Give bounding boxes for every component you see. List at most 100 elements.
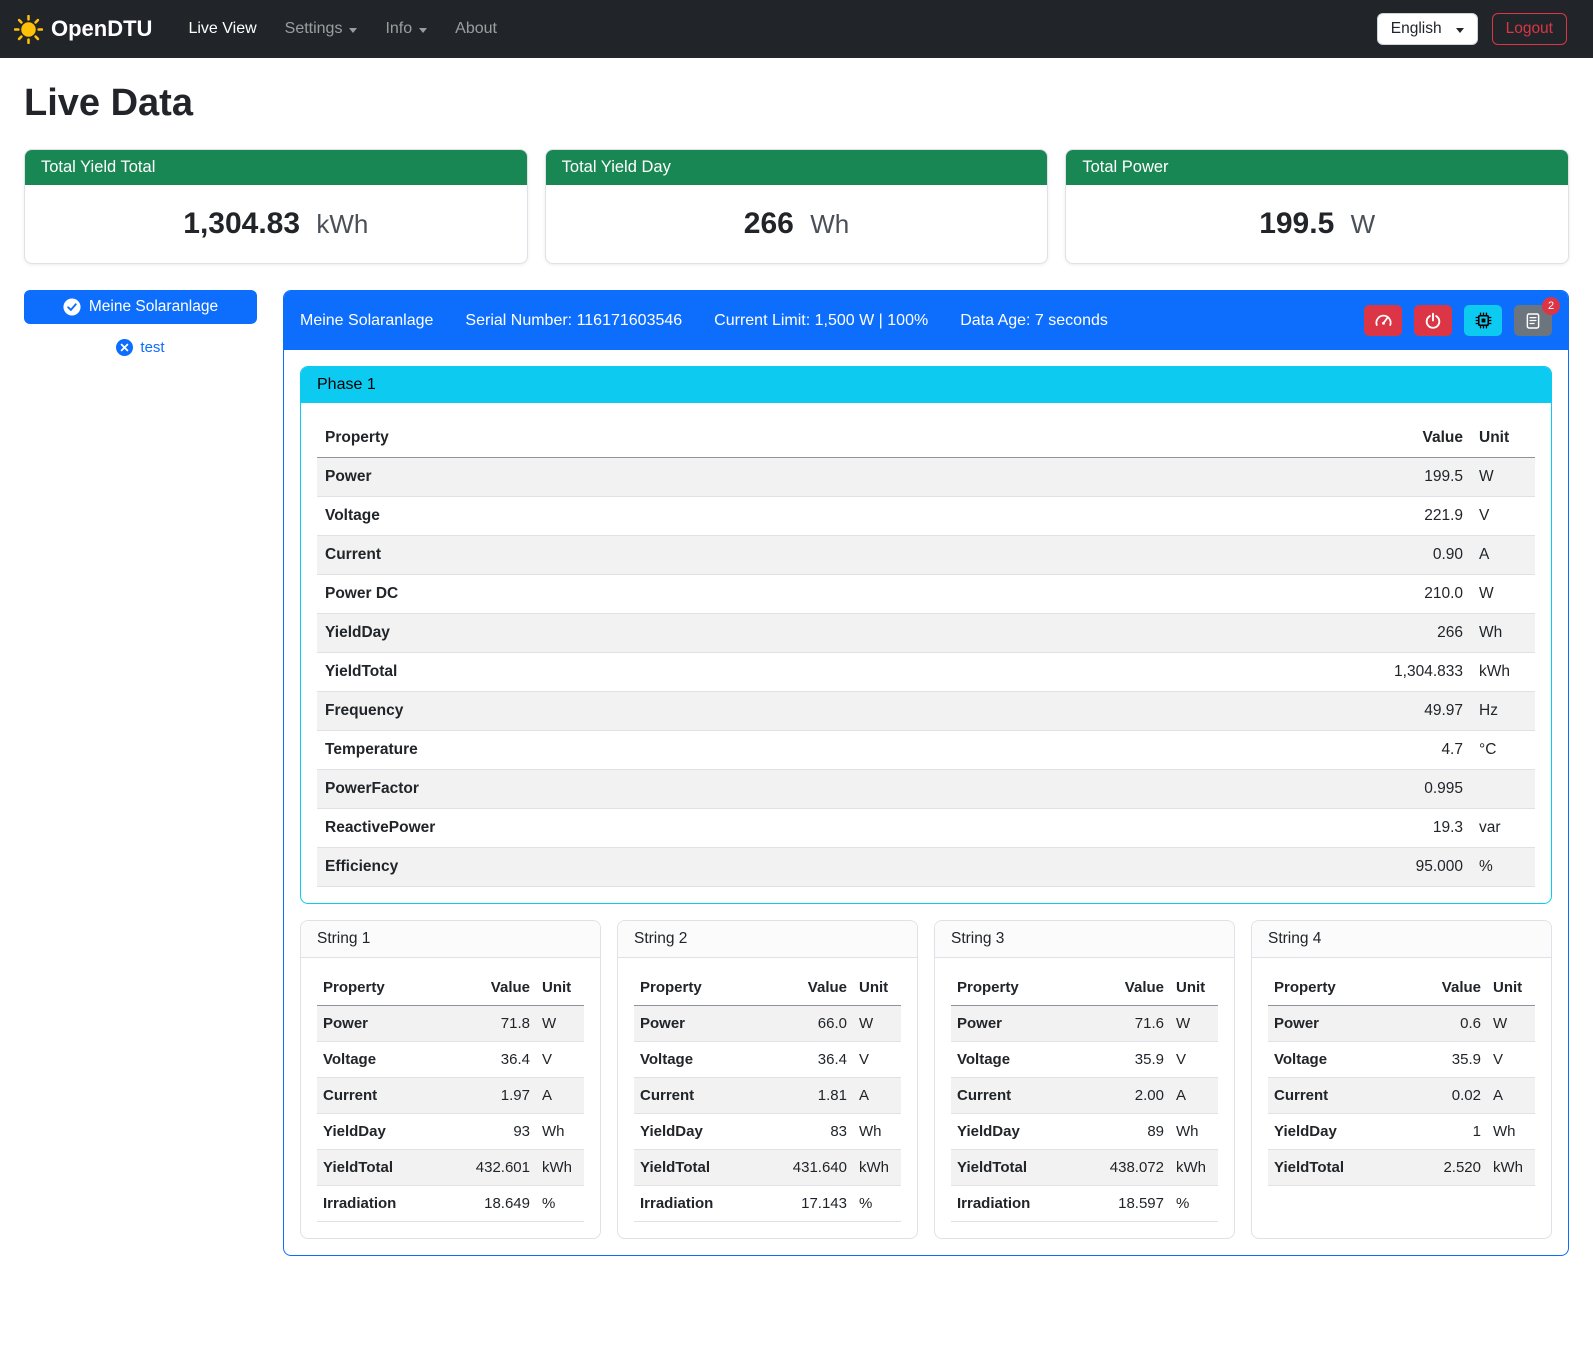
table-row: Frequency49.97Hz	[317, 692, 1535, 731]
card-unit: kWh	[316, 209, 368, 239]
table-row: YieldTotal1,304.833kWh	[317, 653, 1535, 692]
table-row: Power199.5W	[317, 458, 1535, 497]
table-row: ReactivePower19.3var	[317, 809, 1535, 848]
card-unit: W	[1351, 209, 1376, 239]
phase-table: Property Value Unit Power199.5WVoltage22…	[317, 419, 1535, 887]
table-row: Voltage36.4V	[317, 1042, 584, 1078]
table-header-row: Property Value Unit	[951, 970, 1218, 1006]
table-row: Power DC210.0W	[317, 575, 1535, 614]
test-label: test	[140, 339, 164, 356]
table-header-row: Property Value Unit	[634, 970, 901, 1006]
phase-title: Phase 1	[301, 367, 1551, 403]
limit-settings-button[interactable]	[1364, 305, 1402, 336]
table-row: Voltage35.9V	[951, 1042, 1218, 1078]
sidebar-item-test[interactable]: test	[24, 339, 257, 356]
string-card-4: String 4 Property Value Unit	[1251, 920, 1552, 1239]
logout-button[interactable]: Logout	[1492, 13, 1567, 45]
card-value: 266	[744, 207, 794, 240]
card-unit: Wh	[810, 209, 849, 239]
phase-card: Phase 1 Property Value Unit Power199.5WV…	[300, 366, 1552, 904]
nav-live-view[interactable]: Live View	[176, 12, 268, 46]
language-select[interactable]: English	[1377, 13, 1478, 45]
page-container: Live Data Total Yield Total 1,304.83 kWh…	[0, 58, 1593, 1280]
table-row: Current1.97A	[317, 1078, 584, 1114]
inverter-card-body: Phase 1 Property Value Unit Power199.5WV…	[284, 350, 1568, 1255]
inverter-limit: Current Limit: 1,500 W | 100%	[714, 312, 928, 330]
event-count-badge: 2	[1542, 297, 1560, 315]
string-table: Property Value Unit Power71.6WVoltage35.…	[951, 970, 1218, 1222]
card-total-power: Total Power 199.5 W	[1065, 149, 1569, 264]
table-row: Temperature4.7°C	[317, 731, 1535, 770]
check-circle-icon	[63, 298, 81, 316]
navbar: OpenDTU Live View Settings Info About En…	[0, 0, 1593, 58]
string-title: String 1	[301, 921, 600, 958]
table-row: Power71.8W	[317, 1006, 584, 1042]
nav-about[interactable]: About	[443, 12, 509, 46]
table-row: Current2.00A	[951, 1078, 1218, 1114]
table-row: Current0.90A	[317, 536, 1535, 575]
inverter-sidebar: Meine Solaranlage test	[24, 290, 257, 356]
table-row: Voltage35.9V	[1268, 1042, 1535, 1078]
chevron-down-icon	[419, 28, 427, 33]
table-row: YieldTotal2.520kWh	[1268, 1150, 1535, 1186]
card-value: 199.5	[1259, 207, 1334, 240]
string-title: String 4	[1252, 921, 1551, 958]
nav-info[interactable]: Info	[373, 12, 439, 46]
card-title: Total Yield Day	[546, 150, 1048, 185]
card-total-yield-day: Total Yield Day 266 Wh	[545, 149, 1049, 264]
table-row: Irradiation17.143%	[634, 1186, 901, 1222]
string-table: Property Value Unit Power0.6WVoltage35.9…	[1268, 970, 1535, 1186]
page-title: Live Data	[24, 82, 1569, 125]
table-row: YieldDay83Wh	[634, 1114, 901, 1150]
gauge-icon	[1374, 311, 1393, 330]
brand-label: OpenDTU	[51, 16, 152, 42]
table-row: Power66.0W	[634, 1006, 901, 1042]
table-row: Voltage36.4V	[634, 1042, 901, 1078]
nav-links: Live View Settings Info About	[176, 12, 509, 46]
chevron-down-icon	[349, 28, 357, 33]
nav-right: English Logout	[1377, 13, 1567, 45]
table-row: YieldDay266Wh	[317, 614, 1535, 653]
nav-settings[interactable]: Settings	[273, 12, 370, 46]
journal-icon	[1524, 312, 1542, 330]
card-value: 1,304.83	[183, 207, 300, 240]
table-row: PowerFactor0.995	[317, 770, 1535, 809]
table-row: Power71.6W	[951, 1006, 1218, 1042]
table-header-row: Property Value Unit	[317, 419, 1535, 458]
table-header-row: Property Value Unit	[317, 970, 584, 1006]
device-info-button[interactable]	[1464, 305, 1502, 336]
table-row: Current1.81A	[634, 1078, 901, 1114]
card-title: Total Power	[1066, 150, 1568, 185]
string-table: Property Value Unit Power71.8WVoltage36.…	[317, 970, 584, 1222]
chevron-down-icon	[1456, 28, 1464, 33]
inverter-data-age: Data Age: 7 seconds	[960, 312, 1108, 330]
table-row: Irradiation18.649%	[317, 1186, 584, 1222]
table-row: YieldTotal432.601kWh	[317, 1150, 584, 1186]
strings-row: String 1 Property Value Unit	[300, 920, 1552, 1239]
summary-cards: Total Yield Total 1,304.83 kWh Total Yie…	[24, 149, 1569, 264]
table-row: YieldDay93Wh	[317, 1114, 584, 1150]
table-row: YieldTotal431.640kWh	[634, 1150, 901, 1186]
brand[interactable]: OpenDTU	[14, 15, 152, 44]
power-toggle-button[interactable]	[1414, 305, 1452, 336]
inverter-card: Meine Solaranlage Serial Number: 1161716…	[283, 290, 1569, 1256]
inverter-card-header: Meine Solaranlage Serial Number: 1161716…	[284, 291, 1568, 350]
content-row: Meine Solaranlage test Meine Solaranlage…	[24, 290, 1569, 1256]
inverter-serial: Serial Number: 116171603546	[465, 312, 682, 330]
table-row: Irradiation18.597%	[951, 1186, 1218, 1222]
string-card-3: String 3 Property Value Unit	[934, 920, 1235, 1239]
inverter-select-button[interactable]: Meine Solaranlage	[24, 290, 257, 324]
inverter-select-label: Meine Solaranlage	[89, 298, 218, 316]
card-title: Total Yield Total	[25, 150, 527, 185]
event-log-button[interactable]: 2	[1514, 305, 1552, 336]
language-value: English	[1391, 20, 1442, 38]
card-total-yield-total: Total Yield Total 1,304.83 kWh	[24, 149, 528, 264]
string-table: Property Value Unit Power66.0WVoltage36.…	[634, 970, 901, 1222]
string-title: String 3	[935, 921, 1234, 958]
table-row: Voltage221.9V	[317, 497, 1535, 536]
table-row: Efficiency95.000%	[317, 848, 1535, 887]
table-row: YieldDay89Wh	[951, 1114, 1218, 1150]
string-card-2: String 2 Property Value Unit	[617, 920, 918, 1239]
table-row: YieldDay1Wh	[1268, 1114, 1535, 1150]
x-circle-icon[interactable]	[116, 339, 133, 356]
